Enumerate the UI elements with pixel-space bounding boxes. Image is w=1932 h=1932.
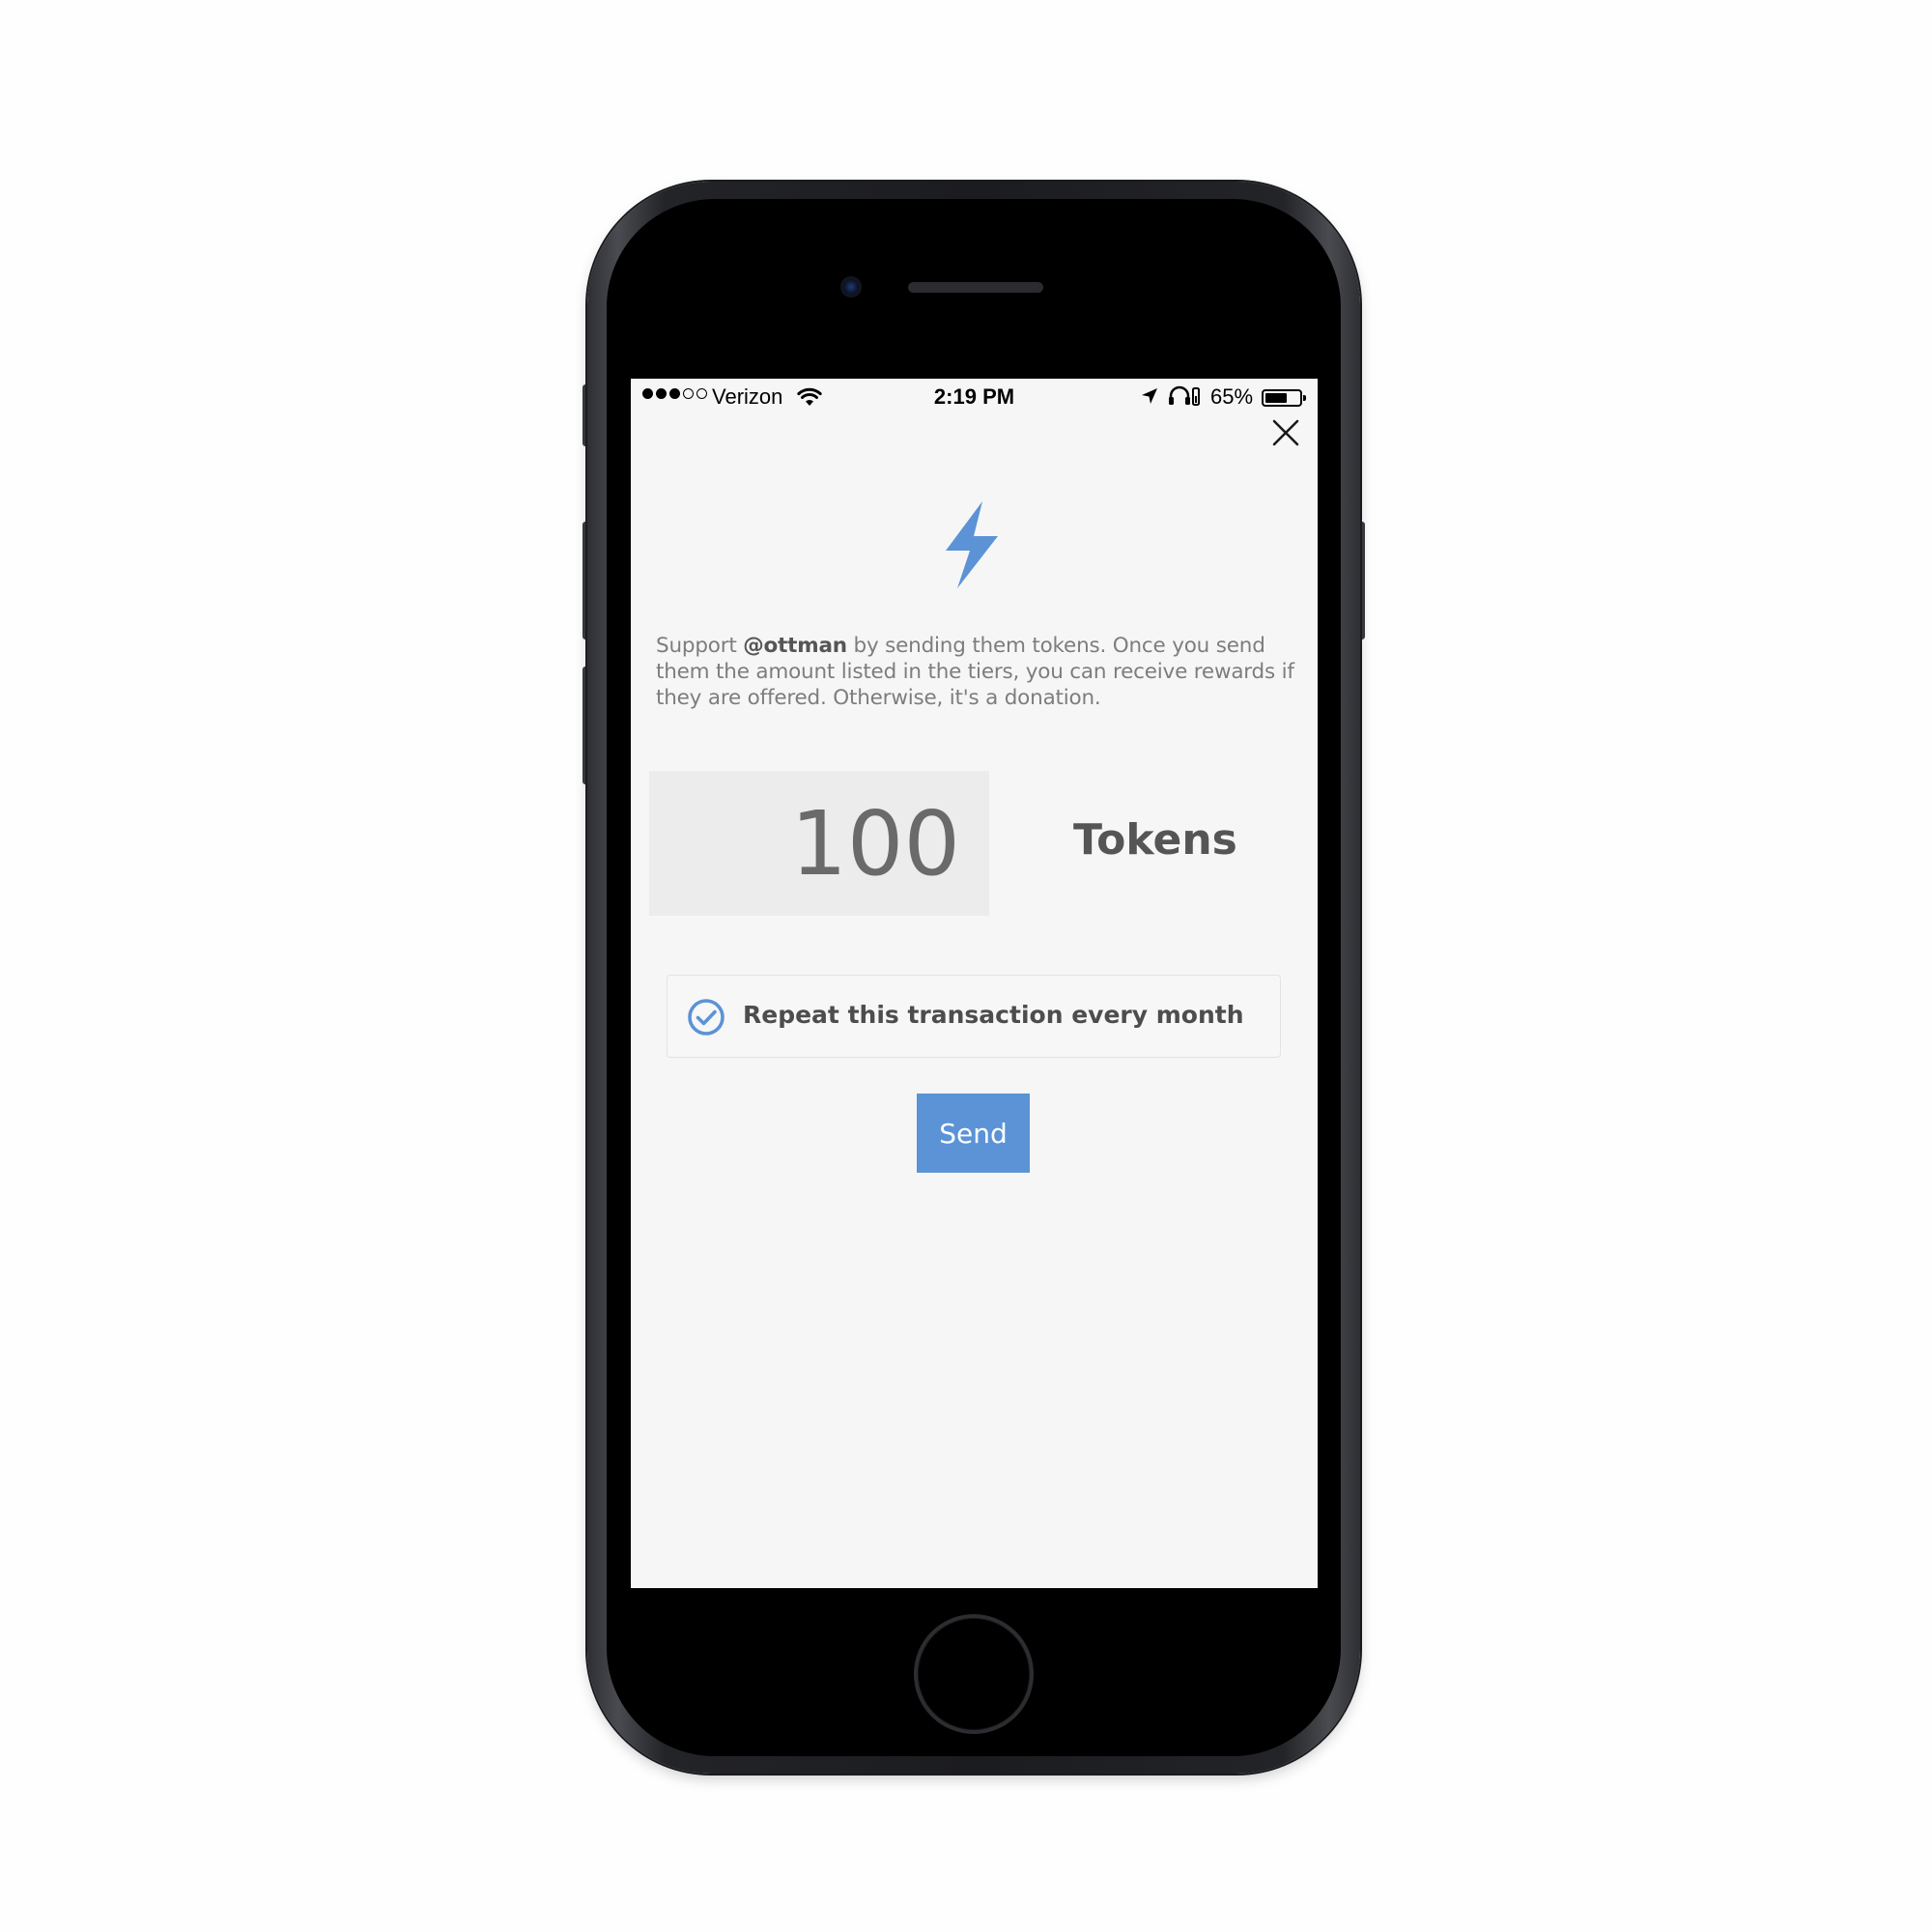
repeat-monthly-label: Repeat this transaction every month [743,1001,1244,1029]
close-icon[interactable] [1268,415,1303,450]
battery-icon [1262,389,1306,407]
creator-handle: @ottman [743,634,847,658]
earpiece-speaker [908,282,1043,293]
repeat-monthly-checkbox[interactable]: Repeat this transaction every month [667,975,1281,1058]
front-camera [840,276,862,298]
battery-level-fill [1265,393,1288,403]
token-amount-input[interactable] [649,771,989,916]
lightning-bolt-icon [946,501,998,588]
send-button[interactable]: Send [917,1094,1030,1173]
home-button[interactable] [914,1614,1034,1734]
device-stage: Verizon 2:19 PM 65% Support @ottman by s… [0,0,1932,1932]
status-bar: Verizon 2:19 PM 65% [631,379,1318,415]
phone-screen: Verizon 2:19 PM 65% Support @ottman by s… [631,379,1318,1588]
description-prefix: Support [656,634,744,658]
location-arrow-icon [1142,388,1157,404]
headphones-icon [1169,385,1200,406]
battery-percentage: 65% [1210,384,1254,409]
battery-nub [1303,395,1306,401]
support-description: Support @ottman by sending them tokens. … [656,633,1297,711]
checked-circle-icon [688,999,724,1036]
token-unit-label: Tokens [1073,815,1237,865]
